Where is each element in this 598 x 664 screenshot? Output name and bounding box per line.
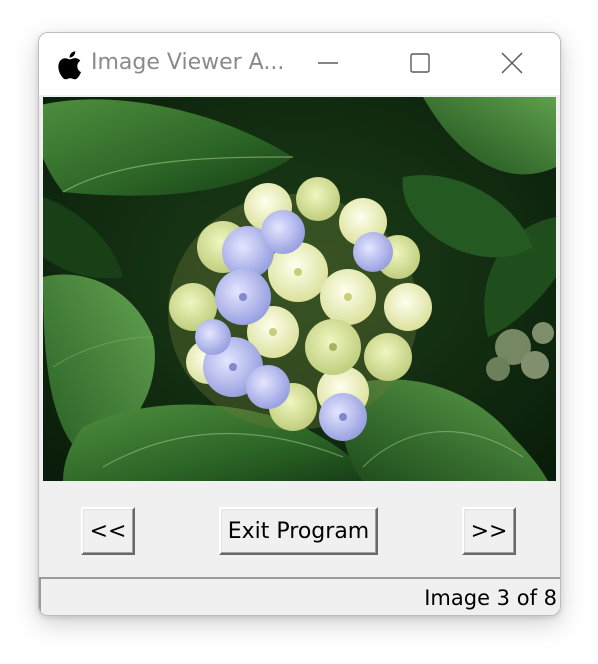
title-bar[interactable]: Image Viewer A...	[39, 33, 560, 95]
window-title: Image Viewer A...	[91, 50, 283, 75]
image-counter: Image 3 of 8	[424, 586, 557, 610]
exit-program-button[interactable]: Exit Program	[219, 507, 378, 555]
previous-image-button[interactable]: <<	[81, 507, 135, 555]
image-display	[43, 97, 556, 481]
minimize-icon	[318, 62, 338, 64]
next-image-button[interactable]: >>	[462, 507, 516, 555]
app-window: Image Viewer A... << Exit Program >> Ima…	[38, 32, 561, 616]
maximize-icon	[410, 53, 430, 73]
status-bar: Image 3 of 8	[39, 577, 560, 615]
apple-icon	[58, 51, 81, 80]
close-icon	[501, 52, 523, 74]
hydrangea-photo	[43, 97, 556, 481]
minimize-button[interactable]	[305, 43, 351, 83]
status-bar-edge	[39, 579, 41, 615]
maximize-button[interactable]	[397, 43, 443, 83]
close-button[interactable]	[489, 43, 535, 83]
